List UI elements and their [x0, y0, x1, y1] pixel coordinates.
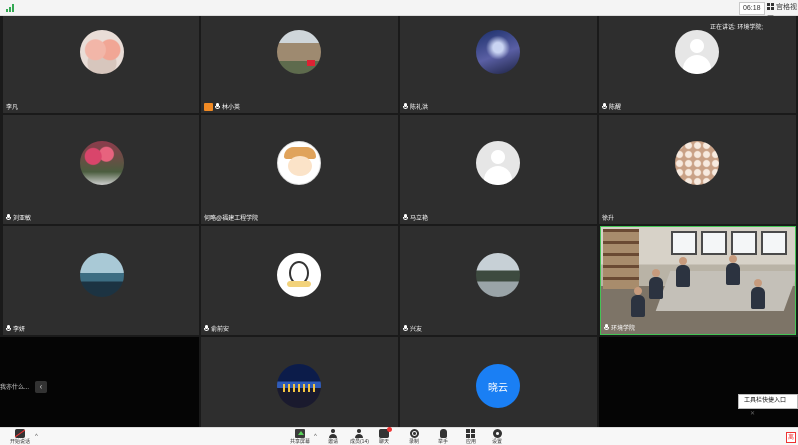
participant-name: 何略@福建工程学院 [204, 216, 259, 222]
leave-meeting-button[interactable]: 离 [786, 432, 796, 443]
chat-preview[interactable]: 我亦什么... ‹ [0, 380, 48, 393]
grid-icon [767, 3, 774, 10]
chevron-up-icon[interactable]: ^ [314, 434, 317, 440]
participant-name: 刘亚敏 [6, 213, 31, 222]
apps-grid-icon [466, 429, 476, 438]
pig-avatar [80, 30, 124, 74]
galaxy-avatar [476, 30, 520, 74]
participant-tile[interactable]: 俞前安 [201, 226, 398, 335]
participant-name: 俞前安 [204, 324, 229, 333]
gear-icon [492, 429, 502, 438]
participant-name: 李凡 [6, 105, 19, 111]
toolbar-shortcut-label: 工具栏快捷入口 [744, 398, 787, 404]
bunny-avatar [277, 253, 321, 297]
lake-avatar [80, 253, 124, 297]
microphone-off-icon [15, 429, 25, 438]
share-screen-icon [295, 429, 305, 438]
hand-icon [439, 429, 447, 438]
record-icon [409, 429, 419, 438]
participant-name: 李妍 [6, 324, 25, 333]
chat-icon [379, 427, 392, 438]
gallery-view-button[interactable]: 宫格视图 [767, 2, 798, 23]
participant-name: 徐升 [602, 216, 615, 222]
active-speaker-video[interactable]: 环境学院 [600, 226, 796, 335]
host-badge-icon [204, 102, 213, 111]
microphone-icon [403, 325, 408, 332]
participant-name: 马立艳 [403, 213, 428, 222]
microphone-icon [602, 103, 607, 110]
settings-button[interactable]: 设置 [492, 429, 502, 445]
raise-hand-button[interactable]: 举手 [438, 429, 448, 445]
participant-name: 陈醒 [602, 102, 621, 111]
microphone-icon [403, 214, 408, 221]
chevron-left-icon[interactable]: ‹ [35, 380, 48, 393]
cherry-blossom-avatar [675, 141, 719, 185]
members-icon [354, 429, 364, 438]
microphone-icon [604, 324, 609, 331]
participant-tile[interactable]: 李妍 [3, 226, 199, 335]
city-night-avatar [277, 364, 321, 408]
microphone-icon [204, 325, 209, 332]
network-signal-icon [6, 4, 16, 12]
default-user-icon [675, 30, 719, 74]
chat-button[interactable]: 聊天 [379, 427, 392, 445]
participant-tile[interactable]: 马立艳 [400, 115, 597, 224]
apps-button[interactable]: 应用 [466, 429, 476, 445]
meeting-timer: 06:18 [739, 2, 765, 15]
participant-tile[interactable] [201, 337, 398, 427]
empty-tile [599, 337, 798, 427]
microphone-icon [403, 103, 408, 110]
tree-avatar [476, 253, 520, 297]
pagoda-avatar [277, 30, 321, 74]
participant-tile[interactable]: 陈礼洪 [400, 16, 597, 113]
notification-badge [387, 427, 392, 432]
close-icon[interactable]: ✕ [750, 411, 755, 417]
microphone-icon [215, 103, 220, 110]
cartoon-avatar [277, 141, 321, 185]
participant-name: 陈礼洪 [403, 102, 428, 111]
participant-tile[interactable]: 何略@福建工程学院 [201, 115, 398, 224]
toolbar-shortcut-tip[interactable]: 工具栏快捷入口 ✕ [738, 394, 798, 417]
top-bar: 06:18 宫格视图 [0, 0, 798, 23]
participant-tile[interactable]: 晓云 [400, 337, 597, 427]
participant-name: 兴友 [403, 324, 422, 333]
participant-tile[interactable]: 兴友 [400, 226, 597, 335]
participant-tile[interactable]: 徐升 [599, 115, 796, 224]
default-user-icon [476, 141, 520, 185]
microphone-icon [6, 325, 11, 332]
participant-name: 林小英 [204, 102, 240, 111]
participant-name: 环境学院 [604, 323, 635, 332]
members-button[interactable]: 成员(14) [350, 429, 369, 445]
bookshelf [603, 229, 639, 289]
invite-user-icon [328, 429, 338, 438]
text-avatar: 晓云 [476, 364, 520, 408]
chevron-up-icon[interactable]: ^ [35, 434, 38, 440]
chat-preview-text: 我亦什么... [0, 385, 30, 391]
participant-tile[interactable]: 李凡 [3, 16, 199, 113]
participant-tile[interactable]: 陈醒 [599, 16, 796, 113]
record-button[interactable]: 录制 [409, 429, 419, 445]
invite-button[interactable]: 邀请 [328, 429, 338, 445]
mute-button[interactable]: 开始说话 [10, 429, 30, 445]
microphone-icon [6, 214, 11, 221]
participant-tile[interactable]: 刘亚敏 [3, 115, 199, 224]
speaking-indicator: 正在讲话: 环境学院; [710, 25, 764, 31]
participant-tile[interactable]: 林小英 [201, 16, 398, 113]
flowers-avatar [80, 141, 124, 185]
bottom-toolbar: 开始说话 ^ 共享屏幕 ^ 邀请 成员(14) 聊天 录制 举手 应用 设置 [0, 427, 798, 445]
share-screen-button[interactable]: 共享屏幕 [290, 429, 310, 445]
